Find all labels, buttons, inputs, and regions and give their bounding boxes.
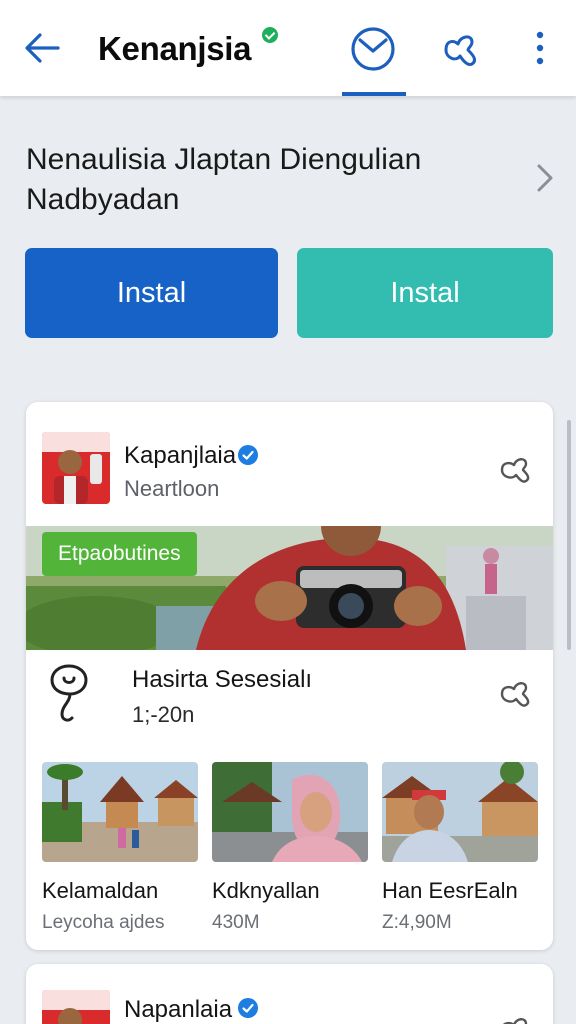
install-button-secondary[interactable]: Instal [297, 248, 553, 338]
content-card: Kapanjlaia Neartloon Etpaobutines Hasirt… [26, 402, 553, 950]
share-icon [444, 35, 476, 66]
item-subtitle: Leycoha ajdes [42, 912, 165, 933]
active-tab-indicator [342, 92, 406, 96]
item-title[interactable]: Kdknyallan [212, 878, 320, 904]
tab-updates[interactable] [348, 24, 398, 74]
info-title[interactable]: Hasirta Sesesialı [132, 666, 312, 694]
publisher-name[interactable]: Napanlaia [124, 996, 232, 1024]
headline-chevron-button[interactable] [528, 160, 560, 196]
page-headline: Nenaulisia Jlaptan Diengulian Nadbyadan [26, 143, 422, 216]
pin-button-2[interactable] [496, 672, 536, 712]
item-thumbnail[interactable] [42, 762, 198, 862]
share-button[interactable] [438, 26, 482, 70]
more-options-button[interactable] [524, 26, 556, 70]
clock-tab-icon [351, 27, 395, 71]
verified-icon [262, 27, 278, 43]
pin-icon [503, 1018, 528, 1024]
chevron-right-icon [537, 164, 553, 192]
pin-icon [500, 458, 530, 483]
verified-badge-icon [238, 445, 258, 465]
install-button-primary[interactable]: Instal [25, 248, 278, 338]
man-village-image [382, 762, 538, 862]
item-subtitle: Z:4,90M [382, 912, 452, 933]
village-street-image [42, 762, 198, 862]
back-arrow-icon [25, 33, 60, 63]
woman-hijab-image [212, 762, 368, 862]
pin-icon [500, 682, 530, 707]
info-subtitle: 1;-20n [132, 702, 195, 727]
photo-tag: Etpaobutines [42, 532, 197, 576]
pin-button[interactable] [496, 1008, 536, 1024]
more-vert-icon [536, 31, 544, 65]
item-title[interactable]: Han EesrEaln [382, 878, 518, 904]
item-thumbnail[interactable] [382, 762, 538, 862]
feature-photo[interactable]: Etpaobutines [26, 526, 553, 650]
item-title[interactable]: Kelamaldan [42, 878, 158, 904]
publisher-name[interactable]: Kapanjlaia [124, 442, 236, 470]
top-app-bar: Kenanjsia [0, 0, 576, 96]
pin-button[interactable] [496, 448, 536, 488]
publisher-avatar[interactable] [42, 432, 110, 504]
item-thumbnail[interactable] [212, 762, 368, 862]
item-subtitle: 430M [212, 912, 260, 933]
publisher-subtitle: Neartloon [124, 476, 220, 501]
back-button[interactable] [22, 28, 62, 68]
verified-badge-icon [238, 998, 258, 1018]
scrollbar-thumb[interactable] [567, 420, 571, 650]
avatar-image [42, 432, 110, 504]
content-card-2: Napanlaia [26, 964, 553, 1024]
balloon-icon [50, 664, 88, 722]
app-title: Kenanjsia [98, 30, 252, 67]
publisher-avatar[interactable] [42, 990, 110, 1024]
avatar-image [42, 990, 110, 1024]
